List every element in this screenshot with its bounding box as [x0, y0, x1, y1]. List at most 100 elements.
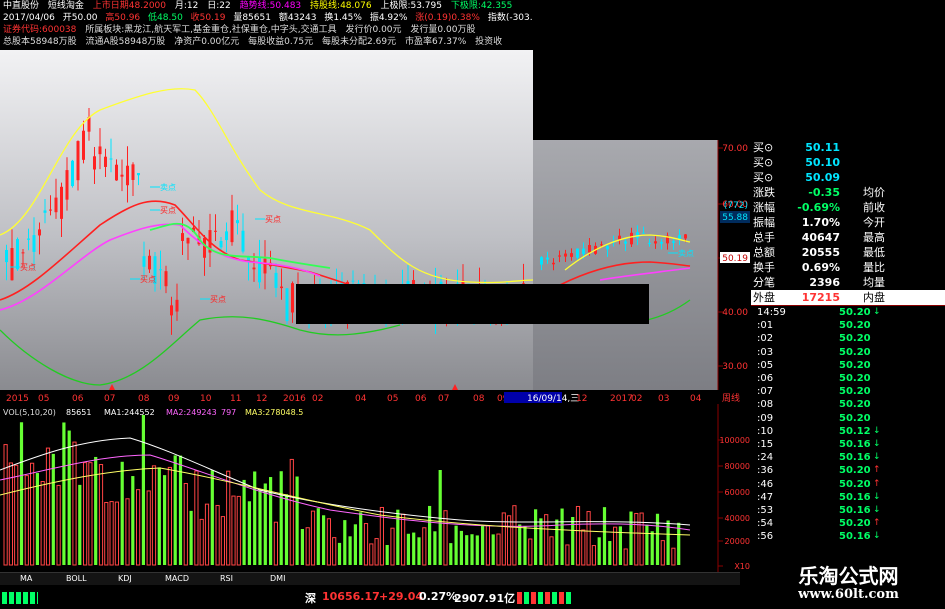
time-axis-period-label: 周线	[722, 392, 740, 404]
candle-body	[684, 234, 687, 239]
tab-kdj[interactable]: KDJ	[118, 573, 132, 585]
volume-bar	[650, 531, 654, 565]
tick-time: :02	[757, 333, 774, 345]
vol-ma2-extra: 797	[221, 408, 236, 417]
eps-label: 每股收益0.75元	[248, 37, 314, 47]
tick-arrow: ↓	[873, 307, 881, 317]
volume-bar	[655, 513, 660, 565]
vol-tick-label: X10	[734, 562, 750, 571]
quote-row: 买⊙ 50.10	[751, 155, 945, 170]
tick-arrow: ↓	[873, 425, 881, 436]
tick-row: :56 50.16 ↓	[751, 530, 945, 543]
time-axis-label: 03	[658, 394, 669, 404]
tick-arrow: ↓	[873, 505, 881, 515]
candle-body	[552, 262, 555, 265]
candle-body	[5, 250, 8, 263]
vol-tick-label: 100000	[719, 436, 750, 445]
candle-body	[236, 220, 239, 224]
time-axis-label: 06	[72, 394, 84, 404]
time-axis-label: 16/09/14,三	[527, 394, 579, 404]
candle-body	[131, 164, 135, 180]
volume-bar	[210, 470, 214, 565]
quote-row-label: 涨幅	[753, 201, 775, 214]
candle-body	[351, 280, 355, 282]
buy-point-label: 买点	[160, 206, 176, 215]
candle-body	[258, 256, 261, 283]
tick-time: :47	[757, 491, 774, 503]
tick-arrow: ↓	[873, 531, 881, 542]
vol-tick-label: 80000	[725, 462, 750, 471]
buy-point-label: 买点	[210, 295, 226, 304]
volume-bar	[131, 476, 135, 565]
candle-body	[285, 288, 289, 322]
candle-body	[49, 209, 52, 211]
stock-name[interactable]: 中直股份	[3, 1, 39, 11]
header-info: 中直股份 短线淘金 上市日期48.2000 月:12 日:22 趋势线:50.4…	[0, 0, 533, 50]
candle-body	[225, 231, 228, 241]
quote-row-label: 买⊙	[753, 171, 774, 184]
issue-vol-label: 发行量0.00万股	[410, 25, 476, 35]
volume-header: VOL(5,10,20) 85651 MA1:244552 MA2:249243 797…	[3, 408, 303, 417]
tick-price: 50.20	[839, 320, 871, 332]
candle-body	[241, 230, 245, 252]
tick-arrow: ↑	[873, 478, 881, 489]
candle-body	[109, 158, 113, 160]
total-shares-label: 总股本58948万股	[3, 37, 77, 47]
volume-bar	[316, 508, 320, 565]
tick-time: :01	[757, 320, 774, 332]
volume-bar	[645, 524, 649, 565]
tick-row: :07 50.20	[751, 385, 945, 398]
vol-label: VOL(5,10,20)	[3, 408, 56, 417]
candle-body	[274, 272, 278, 288]
time-axis-label: 06	[415, 394, 427, 404]
volume-bar	[428, 505, 432, 565]
tab-dmi[interactable]: DMI	[270, 573, 285, 585]
amount-label: 额43243	[278, 13, 317, 23]
candle-body	[263, 258, 267, 274]
price-tick-label: 40.00	[722, 308, 748, 318]
candle-body	[38, 229, 41, 236]
volume-bar	[417, 537, 421, 565]
candle-body	[170, 305, 173, 316]
tick-time: :15	[757, 439, 774, 450]
low-label: 低48.50	[148, 13, 183, 23]
candle-body	[648, 242, 651, 244]
tab-rsi[interactable]: RSI	[220, 573, 233, 585]
tab-ma[interactable]: MA	[20, 573, 32, 585]
market-label: 深	[305, 592, 316, 605]
quote-row-label2: 前收	[863, 201, 885, 214]
trading-terminal: 买点 买点 买点 买点 买点 卖点 卖点 2015 05 06 07 08 09 10 11 12 2016 0…	[0, 0, 945, 609]
time-axis-label: 05	[387, 394, 398, 404]
quote-row: 振幅 1.70% 今开	[751, 215, 945, 230]
candle-body	[175, 299, 179, 312]
tick-row: :06 50.20	[751, 372, 945, 385]
tick-time: :05	[757, 359, 774, 371]
time-axis-label: 12	[256, 394, 267, 404]
quote-row-label2: 量比	[863, 261, 885, 274]
quote-row-label2: 均量	[863, 276, 885, 289]
tick-price: 50.20	[839, 518, 871, 530]
quote-row-label: 分笔	[753, 276, 775, 289]
quote-row: 买⊙ 50.11	[751, 140, 945, 155]
tick-row: :05 50.20	[751, 359, 945, 372]
volume-bar	[608, 541, 612, 565]
tick-row: :46 50.20 ↑	[751, 478, 945, 491]
watermark: 乐淘公式网 www.60lt.com	[752, 556, 945, 609]
volume-bar	[120, 461, 124, 565]
volume-bar	[300, 529, 304, 565]
tick-time: :07	[757, 386, 774, 398]
quote-row-value: -0.35	[808, 186, 840, 199]
volume-bar	[412, 532, 416, 565]
time-axis-label: 02	[631, 394, 642, 404]
volume-bar	[189, 510, 193, 565]
tab-macd[interactable]: MACD	[165, 573, 189, 585]
time-axis-label: 12	[576, 394, 587, 404]
watermark-title: 乐淘公式网	[798, 564, 899, 588]
index-label: 指数(-303.6	[487, 13, 533, 23]
volume-bar	[258, 489, 262, 565]
volume-bar	[454, 525, 458, 565]
formula-name[interactable]: 短线淘金	[48, 1, 84, 11]
index-pct: 0.27%	[419, 590, 458, 603]
tick-price: 50.20	[839, 412, 871, 424]
tab-boll[interactable]: BOLL	[66, 573, 87, 585]
